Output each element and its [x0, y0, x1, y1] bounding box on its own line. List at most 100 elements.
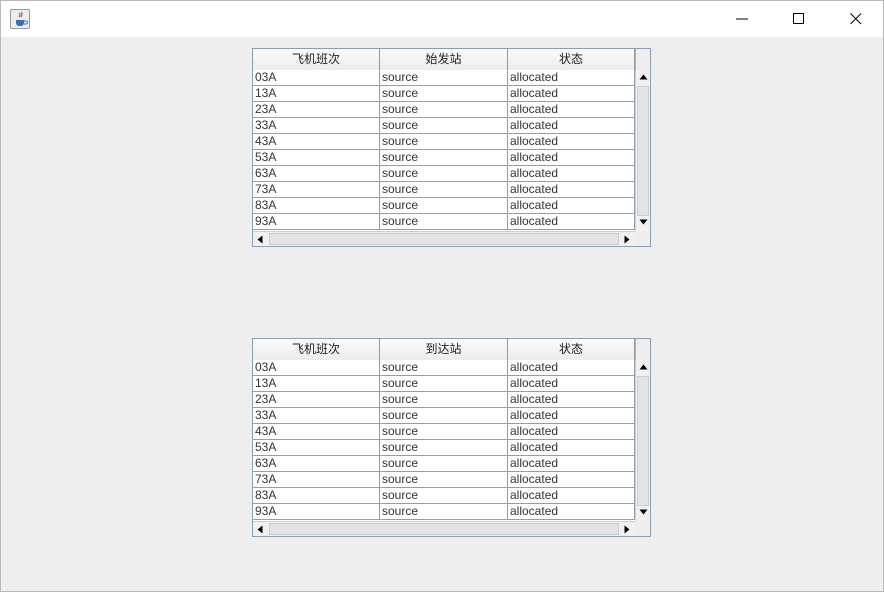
- station-cell[interactable]: source: [380, 392, 508, 408]
- scroll-right-button[interactable]: [620, 232, 635, 247]
- status-cell[interactable]: allocated: [508, 360, 635, 376]
- station-cell[interactable]: source: [380, 424, 508, 440]
- table-row[interactable]: 23A source allocated: [253, 392, 635, 408]
- station-cell[interactable]: source: [380, 214, 508, 230]
- table-row[interactable]: 93A source allocated: [253, 504, 635, 520]
- station-cell[interactable]: source: [380, 376, 508, 392]
- status-cell[interactable]: allocated: [508, 166, 635, 182]
- station-cell[interactable]: source: [380, 504, 508, 520]
- station-cell[interactable]: source: [380, 408, 508, 424]
- status-cell[interactable]: allocated: [508, 472, 635, 488]
- table-row[interactable]: 83A source allocated: [253, 488, 635, 504]
- column-header-destination[interactable]: 到达站: [380, 339, 508, 360]
- scroll-down-button[interactable]: [636, 505, 651, 520]
- column-header-flight[interactable]: 飞机班次: [253, 339, 380, 360]
- status-cell[interactable]: allocated: [508, 102, 635, 118]
- flight-number-cell[interactable]: 63A: [253, 166, 380, 182]
- arrival-table-scrollpane[interactable]: 飞机班次 到达站 状态 03A source allocated 13A source a…: [252, 338, 651, 537]
- station-cell[interactable]: source: [380, 198, 508, 214]
- status-cell[interactable]: allocated: [508, 504, 635, 520]
- status-cell[interactable]: allocated: [508, 456, 635, 472]
- status-cell[interactable]: allocated: [508, 408, 635, 424]
- station-cell[interactable]: source: [380, 472, 508, 488]
- flight-number-cell[interactable]: 33A: [253, 408, 380, 424]
- scroll-up-button[interactable]: [636, 360, 651, 375]
- status-cell[interactable]: allocated: [508, 376, 635, 392]
- column-header-status[interactable]: 状态: [508, 339, 635, 360]
- minimize-button[interactable]: [713, 1, 771, 37]
- column-header-origin[interactable]: 始发站: [380, 49, 508, 70]
- scroll-thumb[interactable]: [269, 233, 619, 245]
- status-cell[interactable]: allocated: [508, 440, 635, 456]
- flight-number-cell[interactable]: 13A: [253, 86, 380, 102]
- flight-number-cell[interactable]: 43A: [253, 424, 380, 440]
- flight-number-cell[interactable]: 03A: [253, 70, 380, 86]
- flight-number-cell[interactable]: 83A: [253, 488, 380, 504]
- status-cell[interactable]: allocated: [508, 214, 635, 230]
- station-cell[interactable]: source: [380, 134, 508, 150]
- horizontal-scrollbar[interactable]: [253, 521, 635, 536]
- departure-table-scrollpane[interactable]: 飞机班次 始发站 状态 03A source allocated 13A source a…: [252, 48, 651, 247]
- scroll-right-button[interactable]: [620, 522, 635, 537]
- table-row[interactable]: 53A source allocated: [253, 440, 635, 456]
- flight-number-cell[interactable]: 53A: [253, 150, 380, 166]
- table-row[interactable]: 33A source allocated: [253, 118, 635, 134]
- close-button[interactable]: [827, 1, 884, 37]
- station-cell[interactable]: source: [380, 166, 508, 182]
- flight-number-cell[interactable]: 53A: [253, 440, 380, 456]
- station-cell[interactable]: source: [380, 118, 508, 134]
- table-row[interactable]: 13A source allocated: [253, 376, 635, 392]
- scroll-up-button[interactable]: [636, 70, 651, 85]
- status-cell[interactable]: allocated: [508, 134, 635, 150]
- table-row[interactable]: 43A source allocated: [253, 424, 635, 440]
- vertical-scrollbar[interactable]: [635, 360, 650, 521]
- table-row[interactable]: 03A source allocated: [253, 360, 635, 376]
- station-cell[interactable]: source: [380, 70, 508, 86]
- maximize-button[interactable]: [770, 1, 828, 37]
- table-row[interactable]: 83A source allocated: [253, 198, 635, 214]
- status-cell[interactable]: allocated: [508, 488, 635, 504]
- scroll-thumb[interactable]: [637, 376, 649, 506]
- column-header-flight[interactable]: 飞机班次: [253, 49, 380, 70]
- title-bar[interactable]: [1, 1, 883, 37]
- flight-number-cell[interactable]: 73A: [253, 182, 380, 198]
- java-cup-icon[interactable]: [10, 9, 30, 29]
- table-row[interactable]: 73A source allocated: [253, 182, 635, 198]
- status-cell[interactable]: allocated: [508, 150, 635, 166]
- station-cell[interactable]: source: [380, 182, 508, 198]
- table-row[interactable]: 13A source allocated: [253, 86, 635, 102]
- table-row[interactable]: 73A source allocated: [253, 472, 635, 488]
- station-cell[interactable]: source: [380, 86, 508, 102]
- scroll-thumb[interactable]: [269, 523, 619, 535]
- status-cell[interactable]: allocated: [508, 86, 635, 102]
- status-cell[interactable]: allocated: [508, 198, 635, 214]
- table-row[interactable]: 63A source allocated: [253, 166, 635, 182]
- scroll-down-button[interactable]: [636, 215, 651, 230]
- flight-number-cell[interactable]: 43A: [253, 134, 380, 150]
- flight-number-cell[interactable]: 03A: [253, 360, 380, 376]
- flight-number-cell[interactable]: 23A: [253, 102, 380, 118]
- status-cell[interactable]: allocated: [508, 424, 635, 440]
- status-cell[interactable]: allocated: [508, 182, 635, 198]
- horizontal-scrollbar[interactable]: [253, 231, 635, 246]
- station-cell[interactable]: source: [380, 440, 508, 456]
- table-row[interactable]: 03A source allocated: [253, 70, 635, 86]
- flight-number-cell[interactable]: 13A: [253, 376, 380, 392]
- flight-number-cell[interactable]: 93A: [253, 214, 380, 230]
- column-header-status[interactable]: 状态: [508, 49, 635, 70]
- station-cell[interactable]: source: [380, 360, 508, 376]
- table-row[interactable]: 43A source allocated: [253, 134, 635, 150]
- table-row[interactable]: 63A source allocated: [253, 456, 635, 472]
- flight-number-cell[interactable]: 63A: [253, 456, 380, 472]
- scroll-left-button[interactable]: [253, 522, 268, 537]
- table-row[interactable]: 33A source allocated: [253, 408, 635, 424]
- station-cell[interactable]: source: [380, 456, 508, 472]
- table-row[interactable]: 53A source allocated: [253, 150, 635, 166]
- table-row[interactable]: 23A source allocated: [253, 102, 635, 118]
- status-cell[interactable]: allocated: [508, 392, 635, 408]
- flight-number-cell[interactable]: 73A: [253, 472, 380, 488]
- scroll-left-button[interactable]: [253, 232, 268, 247]
- station-cell[interactable]: source: [380, 102, 508, 118]
- status-cell[interactable]: allocated: [508, 118, 635, 134]
- station-cell[interactable]: source: [380, 150, 508, 166]
